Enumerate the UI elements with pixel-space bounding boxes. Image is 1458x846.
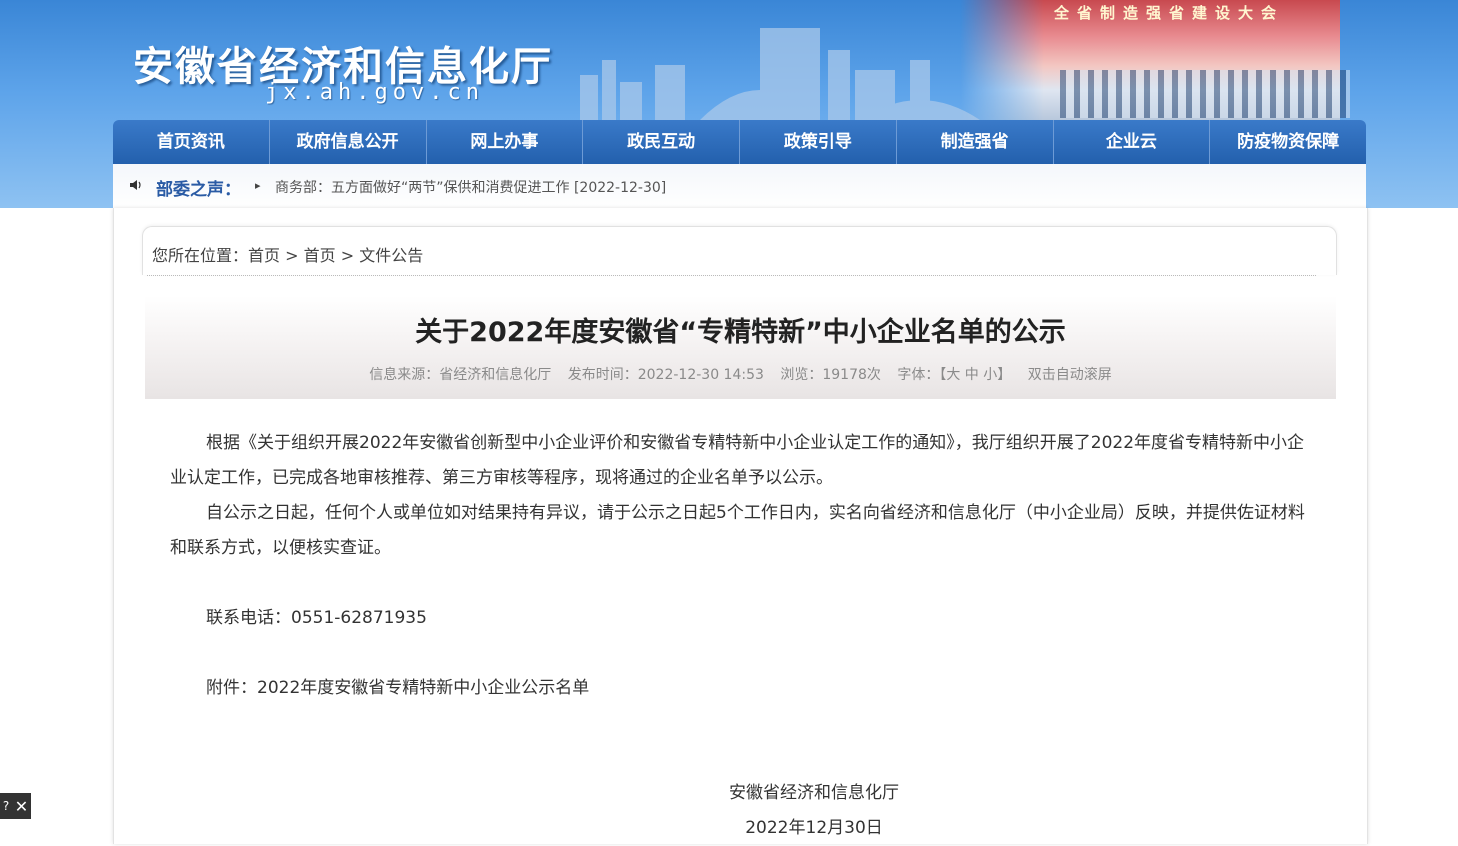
article-title: 关于2022年度安徽省“专精特新”中小企业名单的公示 bbox=[415, 317, 1066, 348]
signature-org: 安徽省经济和信息化厅 bbox=[729, 783, 899, 803]
article-body: 根据《关于组织开展2022年安徽省创新型中小企业评价和安徽省专精特新中小企业认定… bbox=[170, 426, 1314, 706]
site-domain: jx.ah.gov.cn bbox=[265, 80, 484, 105]
breadcrumb-home[interactable]: 首页 bbox=[248, 246, 280, 265]
nav-item-home-news[interactable]: 首页资讯 bbox=[113, 120, 270, 164]
breadcrumb-current[interactable]: 文件公告 bbox=[359, 246, 423, 265]
breadcrumb: 您所在位置：首页 > 首页 > 文件公告 bbox=[142, 226, 1337, 276]
article-signature: 安徽省经济和信息化厅 2022年12月30日 bbox=[674, 776, 954, 846]
news-ticker: 部委之声： ▸ 商务部：五方面做好“两节”保供和消费促进工作 [2022-12-… bbox=[113, 164, 1366, 208]
main-nav: 首页资讯 政府信息公开 网上办事 政民互动 政策引导 制造强省 企业云 防疫物资… bbox=[113, 120, 1366, 164]
nav-item-gov-info[interactable]: 政府信息公开 bbox=[270, 120, 427, 164]
breadcrumb-separator: > bbox=[285, 246, 299, 265]
breadcrumb-separator: > bbox=[340, 246, 355, 265]
signature-date: 2022年12月30日 bbox=[745, 818, 883, 838]
breadcrumb-divider bbox=[147, 275, 1316, 276]
ticker-news-link[interactable]: 商务部：五方面做好“两节”保供和消费促进工作 [2022-12-30] bbox=[275, 177, 666, 197]
article-paragraph: 根据《关于组织开展2022年安徽省创新型中小企业评价和安徽省专精特新中小企业认定… bbox=[170, 433, 1305, 488]
nav-item-online-services[interactable]: 网上办事 bbox=[427, 120, 584, 164]
floating-widget: ? ✕ bbox=[0, 793, 31, 819]
meta-autoscroll: 双击自动滚屏 bbox=[1027, 367, 1112, 383]
meta-font-label: 字体： bbox=[897, 367, 940, 383]
article-header: 关于2022年度安徽省“专精特新”中小企业名单的公示 信息来源：省经济和信息化厅… bbox=[145, 296, 1336, 399]
contact-phone: 联系电话：0551-62871935 bbox=[206, 608, 427, 628]
nav-item-interaction[interactable]: 政民互动 bbox=[583, 120, 740, 164]
breadcrumb-text: 您所在位置：首页 > 首页 > 文件公告 bbox=[152, 242, 423, 266]
breadcrumb-home-2[interactable]: 首页 bbox=[304, 246, 336, 265]
article-paragraph: 自公示之日起，任何个人或单位如对结果持有异议，请于公示之日起5个工作日内，实名向… bbox=[170, 503, 1305, 558]
nav-item-policy[interactable]: 政策引导 bbox=[740, 120, 897, 164]
meta-published: 发布时间：2022-12-30 14:53 bbox=[567, 367, 764, 383]
ticker-label: 部委之声： bbox=[156, 180, 241, 200]
article-meta: 信息来源：省经济和信息化厅 发布时间：2022-12-30 14:53 浏览：1… bbox=[145, 364, 1336, 384]
close-icon[interactable]: ✕ bbox=[12, 797, 31, 816]
main-content: 您所在位置：首页 > 首页 > 文件公告 关于2022年度安徽省“专精特新”中小… bbox=[113, 208, 1368, 844]
ticker-arrow-icon: ▸ bbox=[255, 179, 261, 192]
font-size-switcher[interactable]: 【大 中 小】 bbox=[939, 367, 1011, 383]
meta-source: 信息来源：省经济和信息化厅 bbox=[369, 367, 552, 383]
meta-views: 浏览：19178次 bbox=[780, 367, 881, 383]
attachment-link[interactable]: 附件：2022年度安徽省专精特新中小企业公示名单 bbox=[170, 671, 1314, 706]
banner-caption: 全省制造强省建设大会 bbox=[1054, 4, 1285, 22]
nav-item-enterprise-cloud[interactable]: 企业云 bbox=[1054, 120, 1211, 164]
nav-item-epidemic-supplies[interactable]: 防疫物资保障 bbox=[1210, 120, 1366, 164]
nav-item-manufacturing[interactable]: 制造强省 bbox=[897, 120, 1054, 164]
breadcrumb-prefix: 您所在位置： bbox=[152, 246, 249, 265]
conference-audience bbox=[1060, 70, 1350, 118]
help-icon[interactable]: ? bbox=[0, 799, 12, 813]
speaker-icon bbox=[130, 180, 141, 190]
skyline-illustration bbox=[580, 28, 980, 120]
